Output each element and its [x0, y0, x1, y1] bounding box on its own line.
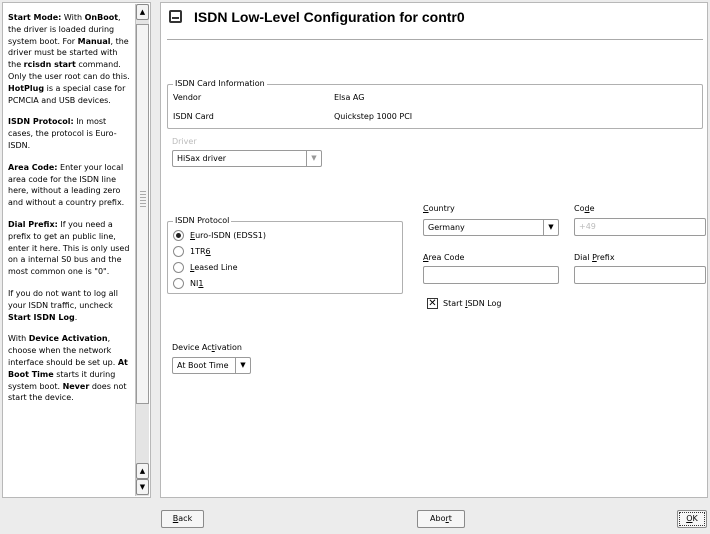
chevron-down-icon: ▼	[543, 220, 558, 235]
driver-label: Driver	[172, 137, 197, 146]
main-panel: ISDN Low-Level Configuration for contr0 …	[160, 2, 708, 498]
help-paragraph: Start Mode: With OnBoot, the driver is l…	[8, 13, 130, 105]
vendor-value: Elsa AG	[334, 93, 365, 102]
page-title: ISDN Low-Level Configuration for contr0	[194, 9, 465, 25]
vendor-label: Vendor	[173, 93, 202, 102]
phone-icon	[169, 10, 182, 23]
help-text: Start Mode: With OnBoot, the driver is l…	[8, 12, 132, 414]
card-value: Quickstep 1000 PCI	[334, 112, 413, 121]
start-isdn-log-checkbox[interactable]: ✕ Start ISDN Log	[427, 298, 547, 310]
help-paragraph: Area Code: Enter your local area code fo…	[8, 162, 125, 208]
chevron-down-icon: ▼	[306, 151, 321, 166]
device-activation-value: At Boot Time	[177, 361, 229, 370]
card-info-group: ISDN Card Information Vendor Elsa AG ISD…	[167, 79, 703, 129]
help-paragraph: With Device Activation, choose when the …	[8, 334, 128, 403]
country-select[interactable]: Germany ▼	[423, 219, 559, 236]
chevron-down-icon: ▼	[235, 358, 250, 373]
radio-selected-icon	[173, 230, 184, 241]
help-pane: Start Mode: With OnBoot, the driver is l…	[2, 2, 151, 498]
code-field[interactable]: +49	[574, 218, 706, 236]
start-isdn-log-label: Start ISDN Log	[443, 299, 502, 308]
card-info-legend: ISDN Card Information	[173, 79, 267, 89]
driver-value: HiSax driver	[177, 154, 227, 163]
protocol-group: ISDN Protocol Euro-ISDN (EDSS1) 1TR6 Lea…	[167, 216, 403, 294]
device-activation-select[interactable]: At Boot Time ▼	[172, 357, 251, 374]
country-value: Germany	[428, 223, 465, 232]
dial-prefix-label: Dial Prefix	[574, 253, 615, 262]
radio-empty-icon	[173, 262, 184, 273]
device-activation-label: Device Activation	[172, 343, 242, 352]
checkmark-icon: ✕	[427, 298, 438, 309]
dial-prefix-field[interactable]	[574, 266, 706, 284]
grip-icon	[140, 191, 146, 209]
country-label: Country	[423, 204, 455, 213]
help-scrollbar[interactable]: ▲ ▲ ▼	[135, 4, 149, 496]
arrow-up-icon: ▲	[139, 8, 146, 16]
scroll-down-button[interactable]: ▼	[136, 479, 149, 495]
scroll-thumb[interactable]	[136, 24, 149, 404]
title-divider	[167, 39, 703, 40]
help-paragraph: If you do not want to log all your ISDN …	[8, 288, 118, 322]
area-code-field[interactable]	[423, 266, 559, 284]
radio-empty-icon	[173, 246, 184, 257]
arrow-up-icon: ▲	[139, 467, 146, 475]
help-paragraph: ISDN Protocol: In most cases, the protoc…	[8, 117, 117, 150]
radio-empty-icon	[173, 278, 184, 289]
arrow-down-icon: ▼	[139, 483, 146, 491]
protocol-legend: ISDN Protocol	[173, 216, 232, 226]
abort-button[interactable]: Abort	[417, 510, 465, 528]
card-label: ISDN Card	[173, 112, 214, 121]
scroll-up-button[interactable]: ▲	[136, 4, 149, 20]
scroll-up-button-lower[interactable]: ▲	[136, 463, 149, 479]
help-paragraph: Dial Prefix: If you need a prefix to get…	[8, 219, 130, 277]
area-code-label: Area Code	[423, 253, 465, 262]
code-label: Code	[574, 204, 595, 213]
back-button[interactable]: Back	[161, 510, 204, 528]
driver-select[interactable]: HiSax driver ▼	[172, 150, 322, 167]
ok-button[interactable]: OK	[677, 510, 707, 528]
